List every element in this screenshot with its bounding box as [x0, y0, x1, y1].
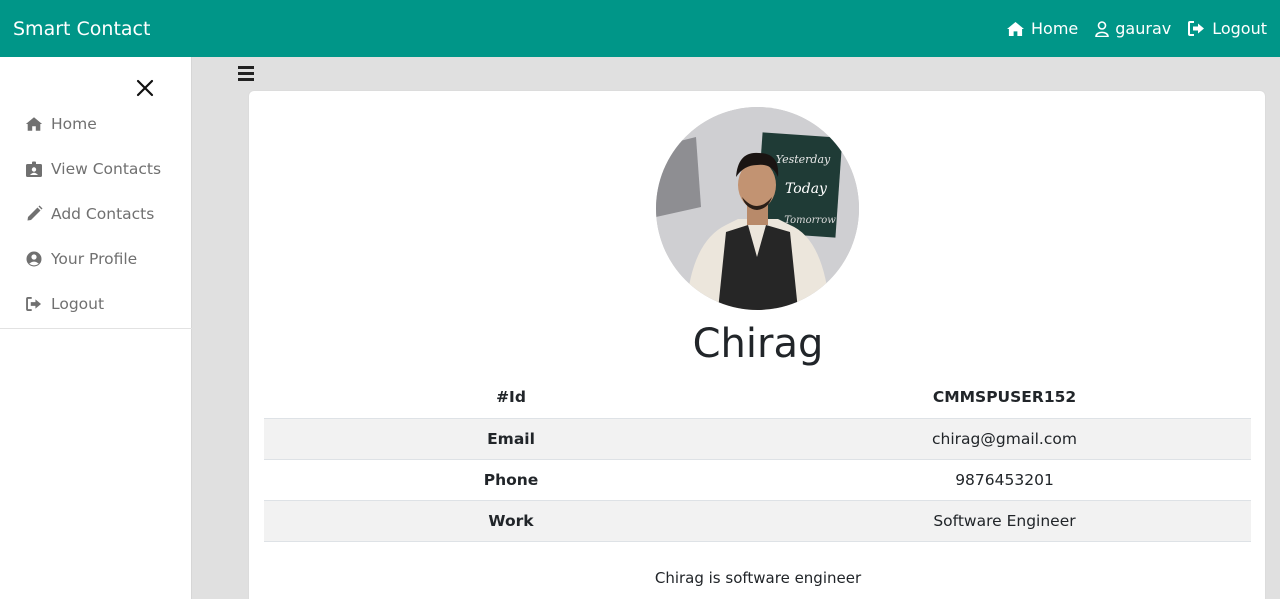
sidebar-item-label: View Contacts [51, 160, 162, 179]
top-navbar: Smart Contact Home gaurav Logout [0, 0, 1280, 57]
detail-key: Work [264, 500, 758, 543]
contact-description: Chirag is software engineer [654, 569, 862, 587]
sign-out-icon [1188, 21, 1205, 36]
menu-toggle-button[interactable] [238, 66, 254, 81]
nav-home-link[interactable]: Home [1006, 19, 1078, 38]
sidebar-close-button[interactable] [135, 78, 155, 98]
sidebar-item-your-profile[interactable]: Your Profile [0, 236, 192, 281]
sidebar-item-view-contacts[interactable]: View Contacts [0, 147, 192, 192]
detail-value: chirag@gmail.com [758, 418, 1251, 460]
contact-avatar: Yesterday Today Tomorrow [656, 107, 859, 310]
sidebar-item-label: Home [51, 115, 97, 134]
sidebar-item-home[interactable]: Home [0, 102, 192, 147]
sidebar-item-add-contacts[interactable]: Add Contacts [0, 192, 192, 237]
sidebar-divider [0, 328, 192, 329]
user-circle-icon [25, 251, 43, 267]
sidebar-item-label: Logout [51, 294, 105, 313]
detail-key: #Id [264, 377, 758, 419]
svg-text:Yesterday: Yesterday [776, 153, 831, 166]
table-row: #Id CMMSPUSER152 [264, 377, 1251, 419]
detail-value: Software Engineer [758, 500, 1251, 543]
detail-key: Email [264, 418, 758, 460]
sign-out-icon [25, 296, 43, 311]
sidebar: Home View Contacts Add Contacts Your Pro… [0, 57, 192, 599]
detail-value: 9876453201 [758, 459, 1251, 502]
svg-text:Tomorrow: Tomorrow [784, 215, 836, 226]
contact-details-table: #Id CMMSPUSER152 Email chirag@gmail.com … [264, 377, 1251, 543]
sidebar-menu: Home View Contacts Add Contacts Your Pro… [0, 102, 192, 326]
contact-name: Chirag [692, 321, 824, 367]
sidebar-item-label: Your Profile [51, 249, 138, 268]
id-badge-icon [25, 161, 43, 178]
nav-logout-link[interactable]: Logout [1188, 19, 1267, 38]
table-row: Work Software Engineer [264, 500, 1251, 543]
contact-detail-card: Yesterday Today Tomorrow Chirag #Id CMMS… [248, 90, 1266, 599]
table-row: Email chirag@gmail.com [264, 418, 1251, 460]
table-row: Phone 9876453201 [264, 459, 1251, 502]
detail-value: CMMSPUSER152 [758, 377, 1251, 419]
sidebar-item-label: Add Contacts [51, 204, 155, 223]
nav-home-label: Home [1031, 19, 1079, 38]
user-icon [1095, 20, 1110, 37]
brand-title[interactable]: Smart Contact [13, 18, 150, 40]
nav-user-link[interactable]: gaurav [1095, 19, 1171, 38]
home-icon [1007, 21, 1024, 36]
svg-text:Today: Today [785, 181, 828, 197]
pencil-icon [25, 205, 43, 222]
nav-logout-label: Logout [1212, 19, 1267, 38]
sidebar-item-logout[interactable]: Logout [0, 281, 192, 326]
home-icon [25, 116, 43, 132]
detail-key: Phone [264, 459, 758, 502]
navbar-links: Home gaurav Logout [1006, 19, 1267, 38]
nav-user-label: gaurav [1115, 19, 1172, 38]
close-icon [136, 79, 154, 97]
